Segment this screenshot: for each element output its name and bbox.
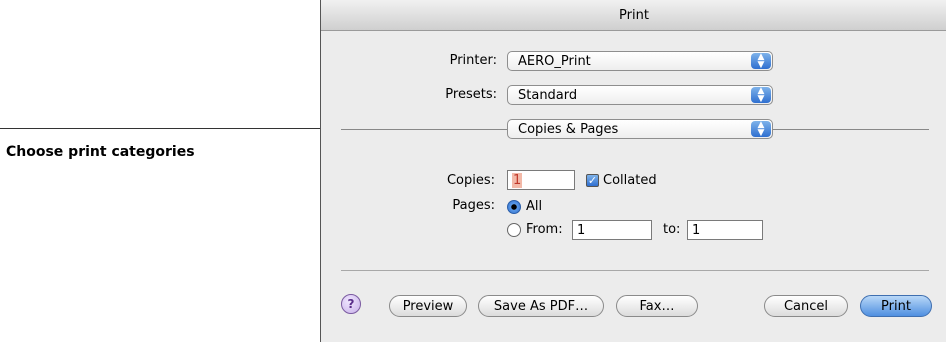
collated-label: Collated xyxy=(603,173,657,188)
presets-value: Standard xyxy=(518,87,578,103)
save-as-pdf-label: Save As PDF… xyxy=(493,298,589,314)
preview-label: Preview xyxy=(402,298,454,314)
pages-to-field[interactable]: 1 xyxy=(687,220,763,240)
printer-value: AERO_Print xyxy=(518,53,591,69)
window-titlebar[interactable]: Print xyxy=(321,0,946,31)
up-down-arrows-icon: ▲ ▼ xyxy=(751,87,771,104)
help-icon[interactable]: ? xyxy=(341,294,361,314)
help-glyph: ? xyxy=(347,297,355,311)
pages-from-value: 1 xyxy=(577,222,586,238)
pages-all-radio[interactable] xyxy=(507,200,521,214)
preview-button[interactable]: Preview xyxy=(389,295,467,317)
checkmark-icon: ✓ xyxy=(587,174,598,187)
category-divider-left xyxy=(341,129,507,130)
up-down-arrows-icon: ▲ ▼ xyxy=(751,53,771,70)
copies-field[interactable]: 1 xyxy=(507,170,575,190)
category-divider-right xyxy=(773,129,929,130)
copies-label: Copies: xyxy=(446,173,495,188)
up-down-arrows-icon: ▲ ▼ xyxy=(751,121,771,138)
presets-popup[interactable]: Standard ▲ ▼ xyxy=(507,85,773,105)
print-button[interactable]: Print xyxy=(860,295,932,317)
pages-to-label: to: xyxy=(663,222,681,237)
cancel-button[interactable]: Cancel xyxy=(764,295,848,317)
print-label: Print xyxy=(881,298,911,314)
pages-from-radio[interactable] xyxy=(507,223,521,237)
collated-checkbox[interactable]: ✓ xyxy=(586,174,599,187)
fax-button[interactable]: Fax… xyxy=(616,295,698,317)
bottom-divider xyxy=(341,270,929,271)
pages-from-label: From: xyxy=(526,222,563,237)
print-dialog: Print Printer: AERO_Print ▲ ▼ Presets: St… xyxy=(320,0,946,342)
fax-label: Fax… xyxy=(639,298,675,314)
printer-popup[interactable]: AERO_Print ▲ ▼ xyxy=(507,51,773,71)
save-as-pdf-button[interactable]: Save As PDF… xyxy=(478,295,604,317)
pages-all-label: All xyxy=(526,199,543,214)
callout-label: Choose print categories xyxy=(6,144,195,160)
category-popup[interactable]: Copies & Pages ▲ ▼ xyxy=(507,119,773,139)
pages-label: Pages: xyxy=(452,198,495,213)
pages-to-value: 1 xyxy=(692,222,701,238)
printer-label: Printer: xyxy=(449,53,497,68)
category-value: Copies & Pages xyxy=(518,121,619,137)
pages-from-field[interactable]: 1 xyxy=(572,220,652,240)
window-title: Print xyxy=(619,7,649,23)
cancel-label: Cancel xyxy=(783,298,829,314)
copies-value: 1 xyxy=(512,172,523,188)
presets-label: Presets: xyxy=(445,87,497,102)
